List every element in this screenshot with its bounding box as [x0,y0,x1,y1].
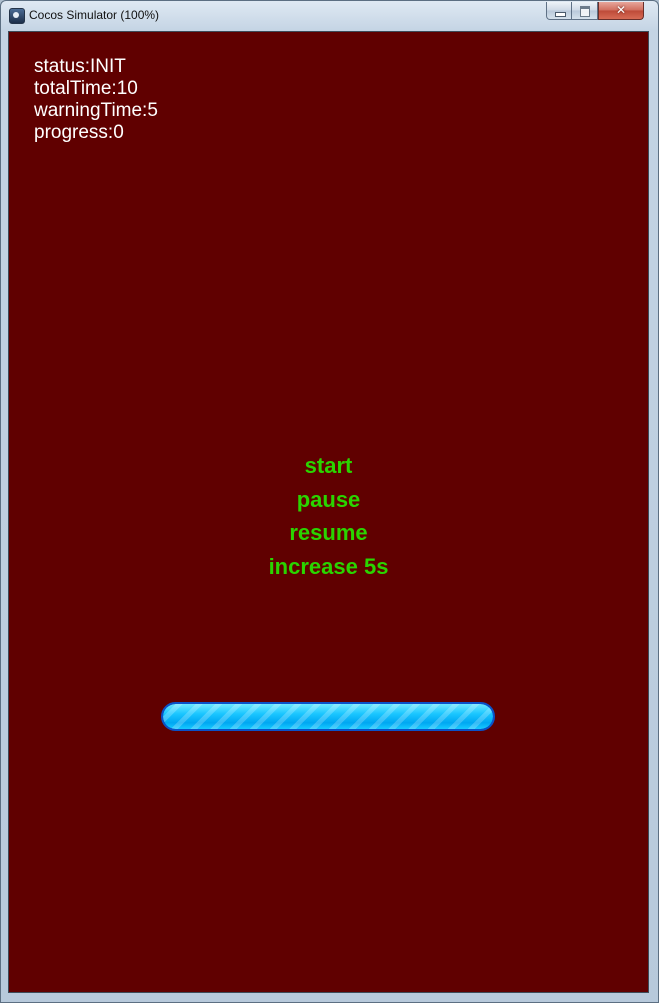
maximize-button[interactable] [572,2,598,20]
maximize-icon [580,6,590,17]
window-bottom-border [1,992,658,1002]
minimize-icon [555,12,566,17]
pause-button[interactable]: pause [9,483,648,517]
simulator-window: Cocos Simulator (100%) ✕ status:INIT tot… [0,0,659,1003]
close-button[interactable]: ✕ [598,2,644,20]
start-button[interactable]: start [9,449,648,483]
window-title: Cocos Simulator (100%) [29,8,160,22]
close-icon: ✕ [615,3,627,17]
game-viewport[interactable]: status:INIT totalTime:10 warningTime:5 p… [8,31,649,993]
resume-button[interactable]: resume [9,516,648,550]
timer-progress-fill [163,704,493,729]
cocos-app-icon[interactable] [9,8,25,24]
progress-label: progress:0 [34,122,124,143]
control-menu: start pause resume increase 5s [9,449,648,583]
increase-5s-button[interactable]: increase 5s [9,550,648,584]
title-bar[interactable]: Cocos Simulator (100%) ✕ [1,1,658,31]
minimize-button[interactable] [546,2,572,20]
total-time-label: totalTime:10 [34,78,138,99]
status-label: status:INIT [34,56,126,77]
status-panel: status:INIT totalTime:10 warningTime:5 p… [34,56,158,144]
timer-progress-bar [161,702,495,731]
warning-time-label: warningTime:5 [34,100,158,121]
